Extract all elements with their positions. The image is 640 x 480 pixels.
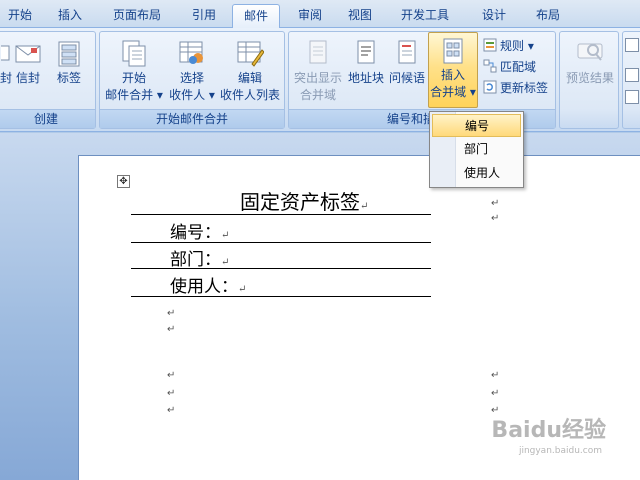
document-title: 固定资产标签↵ xyxy=(240,190,369,214)
tab-home[interactable]: 开始 xyxy=(2,4,38,28)
create-group: 封 信封 标签 创建 xyxy=(0,31,96,129)
select-recipients-button[interactable]: 选择 收件人 ▾ xyxy=(164,36,220,104)
match-fields-icon xyxy=(483,59,497,73)
tab-developer[interactable]: 开发工具 xyxy=(392,4,458,28)
edit-list-icon xyxy=(236,38,265,68)
merge-field-item-department[interactable]: 部门 xyxy=(432,138,521,161)
first-record-icon[interactable] xyxy=(625,38,639,52)
update-labels-icon xyxy=(483,80,497,94)
update-labels-button[interactable]: 更新标签 xyxy=(483,78,548,98)
paragraph-mark: ↵ xyxy=(491,370,500,381)
tab-references[interactable]: 引用 xyxy=(184,4,224,28)
tab-insert[interactable]: 插入 xyxy=(50,4,90,28)
merge-field-dropdown: 编号 部门 使用人 xyxy=(429,111,524,188)
rules-icon xyxy=(483,38,497,52)
table-move-handle-icon[interactable]: ✥ xyxy=(117,175,130,188)
table-line xyxy=(131,296,431,297)
highlight-merge-fields-button[interactable]: 突出显示 合并域 xyxy=(291,36,345,104)
tab-review[interactable]: 审阅 xyxy=(290,4,330,28)
envelope-icon xyxy=(14,38,42,68)
greeting-line-button[interactable]: 问候语 xyxy=(387,36,427,87)
tab-design[interactable]: 设计 xyxy=(474,4,514,28)
insert-merge-field-button[interactable]: 插入 合并域 ▾ xyxy=(428,32,478,108)
create-group-label: 创建 xyxy=(0,109,95,128)
paragraph-mark: ↵ xyxy=(167,370,176,381)
chinese-envelopes-button[interactable]: 封 xyxy=(0,36,13,87)
address-block-button[interactable]: 地址块 xyxy=(345,36,387,87)
rules-button[interactable]: 规则 ▾ xyxy=(483,36,534,56)
highlight-fields-icon xyxy=(304,38,332,68)
arrow-icon[interactable] xyxy=(625,90,639,104)
paragraph-mark: ↵ xyxy=(491,213,500,224)
tab-layout[interactable]: 布局 xyxy=(528,4,568,28)
greeting-line-icon xyxy=(393,38,421,68)
recipients-icon xyxy=(178,38,206,68)
paragraph-mark: ↵ xyxy=(491,388,500,399)
ribbon: 封 信封 标签 创建 开始 邮件合并 ▾ 选择 收件人 ▾ 编辑 收件人列表 开… xyxy=(0,28,640,132)
labels-icon xyxy=(55,38,83,68)
navigation-group xyxy=(622,31,640,129)
paragraph-mark: ↵ xyxy=(167,388,176,399)
start-mail-merge-button[interactable]: 开始 邮件合并 ▾ xyxy=(104,36,164,104)
field-label-user: 使用人：↵ xyxy=(170,277,247,297)
paragraph-mark: ↵ xyxy=(491,198,500,209)
paragraph-mark: ↵ xyxy=(167,324,176,335)
match-fields-button[interactable]: 匹配域 xyxy=(483,57,536,77)
edit-recipient-list-button[interactable]: 编辑 收件人列表 xyxy=(218,36,282,104)
start-mail-merge-group-label: 开始邮件合并 xyxy=(100,109,284,128)
labels-button[interactable]: 标签 xyxy=(53,36,85,87)
tab-view[interactable]: 视图 xyxy=(340,4,380,28)
merge-field-item-user[interactable]: 使用人 xyxy=(432,162,521,185)
paragraph-mark: ↵ xyxy=(167,405,176,416)
merge-field-item-number[interactable]: 编号 xyxy=(432,114,521,137)
envelope-icon xyxy=(0,38,11,68)
envelopes-button[interactable]: 信封 xyxy=(13,36,43,87)
mail-merge-icon xyxy=(120,38,148,68)
field-label-number: 编号：↵ xyxy=(170,223,230,243)
start-mail-merge-group: 开始 邮件合并 ▾ 选择 收件人 ▾ 编辑 收件人列表 开始邮件合并 xyxy=(99,31,285,129)
table-line xyxy=(131,214,431,215)
field-label-department: 部门：↵ xyxy=(170,250,230,270)
merge-field-icon xyxy=(442,38,464,64)
preview-results-button[interactable]: 预览结果 xyxy=(562,36,618,87)
preview-icon xyxy=(576,38,604,68)
tab-page-layout[interactable]: 页面布局 xyxy=(106,4,168,28)
tab-mailings[interactable]: 邮件 xyxy=(232,4,280,29)
baidu-watermark: Baidu经验 xyxy=(491,418,606,443)
watermark-url: jingyan.baidu.com xyxy=(518,446,602,456)
ribbon-tab-bar: 开始 插入 页面布局 引用 邮件 审阅 视图 开发工具 设计 布局 xyxy=(0,0,640,29)
address-block-icon xyxy=(352,38,380,68)
preview-results-group: 预览结果 xyxy=(559,31,619,129)
paragraph-mark: ↵ xyxy=(167,308,176,319)
table-line xyxy=(131,268,431,269)
table-line xyxy=(131,242,431,243)
mail-icon[interactable] xyxy=(625,68,639,82)
